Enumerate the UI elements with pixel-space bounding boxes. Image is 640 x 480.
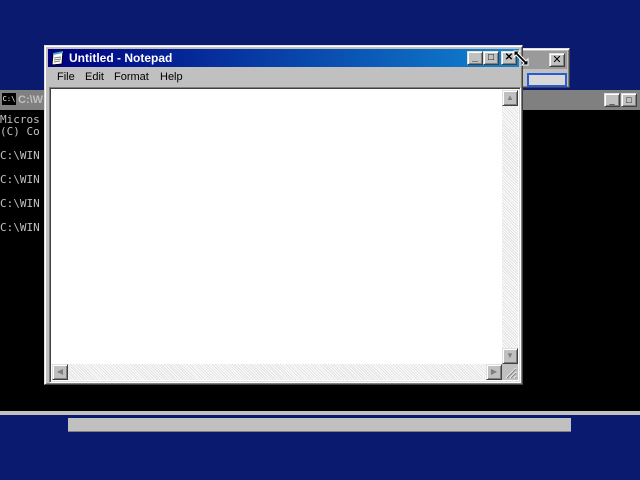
notepad-maximize-button[interactable]: □ [483,51,499,65]
console-maximize-button[interactable]: □ [621,93,637,107]
background-window-close-button[interactable]: ✕ [549,53,565,67]
resize-grip-icon [505,367,517,379]
scroll-up-button[interactable]: ▲ [502,90,518,106]
notepad-menubar: File Edit Format Help [48,68,519,86]
menu-help[interactable]: Help [157,70,186,84]
notepad-titlebar[interactable]: Untitled - Notepad _ □ ✕ [48,49,519,67]
scroll-left-button[interactable]: ◀ [52,364,68,380]
horizontal-scrollbar[interactable]: ◀ ▶ [52,364,502,380]
horizontal-scrollbar-strip[interactable] [68,418,571,432]
notepad-edit-area[interactable]: ▲ ▼ ◀ ▶ [49,87,521,383]
scroll-right-button[interactable]: ▶ [486,364,502,380]
console-title: C:\W [18,94,44,106]
notepad-minimize-button[interactable]: _ [467,51,483,65]
notepad-title: Untitled - Notepad [69,51,173,65]
console-minimize-button[interactable]: _ [604,93,620,107]
menu-format[interactable]: Format [111,70,152,84]
menu-edit[interactable]: Edit [82,70,107,84]
notepad-icon [51,50,64,66]
notepad-text-input[interactable] [52,90,502,364]
menu-file[interactable]: File [54,70,78,84]
background-window-content [527,73,567,87]
resize-grip[interactable] [502,364,518,380]
console-app-icon: C:\ [2,93,16,105]
notepad-window[interactable]: Untitled - Notepad _ □ ✕ File Edit Forma… [44,45,523,385]
resize-cursor-icon [513,50,529,66]
vertical-scrollbar[interactable]: ▲ ▼ [502,90,518,364]
scroll-down-button[interactable]: ▼ [502,348,518,364]
